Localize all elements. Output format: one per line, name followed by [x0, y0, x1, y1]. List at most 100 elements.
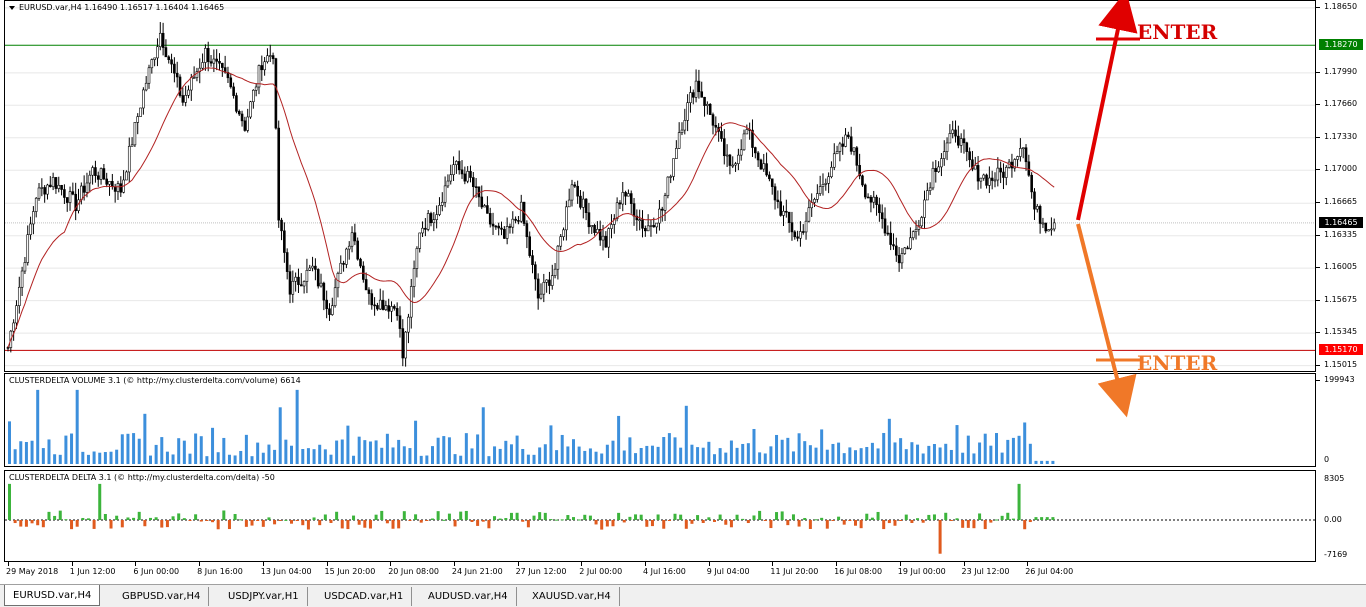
delta-bar — [171, 516, 175, 520]
candle-body — [1052, 222, 1056, 230]
dropdown-triangle-icon[interactable] — [9, 5, 15, 10]
volume-bar — [949, 449, 953, 464]
candlestick-chart[interactable] — [5, 1, 1315, 371]
delta-bar — [634, 514, 638, 520]
volume-bar — [983, 433, 987, 464]
candle-body — [82, 185, 86, 193]
delta-bar — [75, 520, 79, 527]
volume-bar — [870, 442, 874, 464]
delta-bar — [854, 520, 857, 526]
delta-bar — [70, 520, 74, 530]
candle-body — [204, 48, 207, 63]
chart-tab-bar: EURUSD.var,H4 GBPUSD.var,H4 USDJPY.var,H1 U… — [0, 584, 1366, 607]
volume-indicator-title: CLUSTERDELTA VOLUME 3.1 (© http://my.clu… — [9, 376, 301, 385]
price-level-badge: 1.18270 — [1319, 39, 1363, 51]
volume-bar — [667, 433, 671, 464]
delta-bar — [808, 520, 812, 529]
chart-tab-gbpusd-var-h4[interactable]: GBPUSD.var,H4 — [114, 587, 210, 606]
delta-bar — [41, 520, 45, 528]
candle-body — [40, 187, 44, 189]
chart-tab-xauusd-var-h4[interactable]: XAUUSD.var,H4 — [524, 587, 620, 606]
candle-body — [821, 184, 825, 187]
symbol-header-text: EURUSD.var,H4 1.16490 1.16517 1.16404 1.… — [19, 3, 225, 12]
chart-tab-eurusd-var-h4[interactable]: EURUSD.var,H4 — [4, 585, 101, 606]
volume-axis-bottom: 0 — [1324, 455, 1330, 464]
time-tickmark — [517, 562, 519, 566]
candle-body — [23, 262, 27, 272]
candle-body — [999, 167, 1002, 173]
delta-bar — [735, 514, 739, 520]
delta-bar — [137, 511, 141, 520]
volume-bar — [526, 454, 530, 464]
volume-bar — [938, 447, 942, 464]
delta-bar — [205, 520, 209, 521]
volume-bar — [1040, 460, 1044, 464]
candle-body — [80, 185, 83, 201]
candle-body — [900, 253, 904, 264]
volume-bar — [391, 447, 395, 464]
volume-indicator-pane[interactable]: CLUSTERDELTA VOLUME 3.1 (© http://my.clu… — [4, 373, 1316, 467]
delta-bar — [650, 520, 654, 527]
chart-tab-usdjpy-var-h1[interactable]: USDJPY.var,H1 — [220, 587, 308, 606]
volume-bar — [758, 452, 762, 464]
volume-bar — [515, 435, 519, 464]
delta-indicator-pane[interactable]: CLUSTERDELTA DELTA 3.1 (© http://my.clus… — [4, 470, 1316, 562]
volume-bar — [498, 448, 502, 464]
volume-bar — [86, 454, 90, 464]
time-tickmark — [135, 562, 137, 566]
price-tickmark — [1316, 104, 1320, 106]
candle-body — [161, 32, 165, 48]
delta-bar — [741, 518, 745, 520]
candle-body — [531, 255, 534, 266]
candle-body — [536, 278, 540, 299]
candle-body — [319, 282, 323, 287]
volume-bar — [893, 442, 897, 464]
candle-body — [1038, 206, 1042, 224]
candle-body — [471, 177, 475, 187]
volume-bar — [927, 445, 931, 464]
candle-body — [965, 142, 969, 152]
volume-histogram — [8, 389, 1055, 464]
candle-body — [880, 212, 884, 220]
candle-body — [356, 240, 359, 260]
chart-tab-audusd-var-h4[interactable]: AUDUSD.var,H4 — [420, 587, 517, 606]
volume-bar — [741, 443, 745, 464]
delta-bar — [301, 520, 305, 526]
chart-tab-usdcad-var-h1[interactable]: USDCAD.var,H1 — [316, 587, 413, 606]
candle-body — [951, 129, 955, 134]
candle-body — [892, 244, 895, 247]
candle-body — [542, 282, 546, 295]
delta-bar — [713, 520, 716, 522]
volume-bar — [617, 415, 621, 464]
candle-body — [979, 177, 983, 182]
candle-body — [218, 60, 221, 64]
candle-body — [889, 232, 892, 245]
delta-bar — [278, 520, 282, 521]
candle-body — [720, 131, 723, 139]
delta-bar — [526, 520, 530, 528]
candle-body — [488, 213, 492, 225]
candle-body — [776, 199, 780, 203]
candle-body — [883, 218, 887, 234]
candle-body — [590, 225, 594, 228]
delta-bar — [385, 520, 389, 524]
candle-body — [243, 120, 247, 131]
candle-body — [407, 316, 410, 333]
candle-body — [12, 322, 15, 332]
candle-body — [675, 148, 678, 159]
candle-body — [102, 168, 106, 180]
candle-body — [976, 165, 980, 182]
price-chart-pane[interactable]: EURUSD.var,H4 1.16490 1.16517 1.16404 1.… — [4, 0, 1316, 372]
delta-bar — [1028, 520, 1032, 523]
delta-bar — [436, 511, 440, 520]
candle-body — [1002, 171, 1005, 178]
candle-body — [96, 175, 100, 180]
volume-bar — [916, 444, 920, 464]
time-tick-label: 2 Jul 00:00 — [579, 567, 623, 576]
volume-bar — [611, 440, 615, 464]
delta-bar — [538, 512, 542, 520]
candle-body — [249, 101, 252, 118]
time-tick-label: 20 Jun 08:00 — [388, 567, 440, 576]
volume-bar — [639, 448, 643, 464]
time-axis: 29 May 2018 1 Jun 12:00 6 Jun 00:00 8 Jun 1… — [4, 562, 1316, 582]
